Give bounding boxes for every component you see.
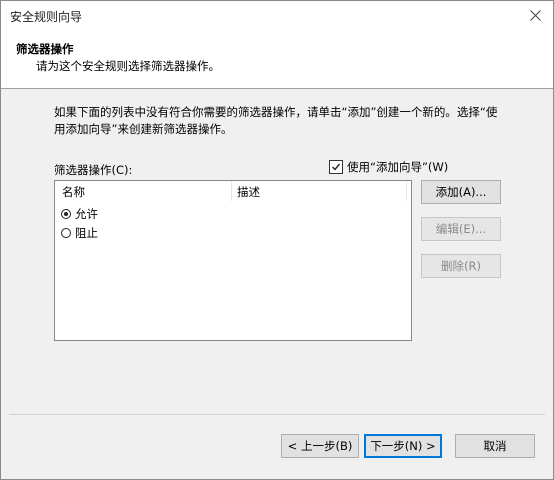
window-title: 安全规则向导 — [10, 10, 83, 24]
add-button[interactable]: 添加(A)... — [421, 180, 501, 204]
checkbox-box[interactable] — [329, 160, 343, 174]
list-item-allow[interactable]: 允许 — [61, 206, 98, 222]
filter-actions-label: 筛选器操作(C): — [54, 163, 133, 177]
list-item-name: 阻止 — [75, 226, 98, 240]
edit-button[interactable]: 编辑(E)... — [421, 217, 501, 241]
wizard-window: 安全规则向导 筛选器操作 请为这个安全规则选择筛选器操作。 如果下面的列表中没有… — [0, 0, 554, 480]
page-title: 筛选器操作 — [16, 42, 74, 56]
cancel-button[interactable]: 取消 — [455, 434, 535, 458]
list-item-block[interactable]: 阻止 — [61, 225, 98, 241]
list-item-name: 允许 — [75, 207, 98, 221]
wizard-header: 筛选器操作 请为这个安全规则选择筛选器操作。 — [1, 31, 553, 89]
title-bar: 安全规则向导 — [1, 1, 553, 31]
instructions-text: 如果下面的列表中没有符合你需要的筛选器操作，请单击“添加”创建一个新的。选择“使… — [54, 105, 498, 136]
use-wizard-label: 使用“添加向导”(W) — [347, 160, 449, 174]
filter-actions-list[interactable]: 名称 描述 允许 阻止 — [54, 180, 412, 341]
radio-selected-icon[interactable] — [61, 209, 71, 219]
back-button[interactable]: < 上一步(B) — [281, 434, 359, 458]
next-button[interactable]: 下一步(N) > — [364, 434, 442, 458]
list-column-header: 名称 描述 — [55, 181, 411, 201]
column-divider[interactable] — [406, 181, 407, 201]
close-button[interactable] — [523, 4, 547, 26]
use-wizard-checkbox[interactable]: 使用“添加向导”(W) — [329, 159, 448, 175]
radio-unselected-icon[interactable] — [61, 228, 71, 238]
column-divider[interactable] — [231, 181, 232, 201]
close-icon — [529, 9, 541, 21]
delete-button[interactable]: 删除(R) — [421, 254, 501, 278]
column-description-header[interactable]: 描述 — [237, 184, 260, 200]
column-name-header[interactable]: 名称 — [62, 184, 85, 200]
page-subtitle: 请为这个安全规则选择筛选器操作。 — [36, 59, 220, 73]
footer-divider — [9, 414, 545, 415]
checkmark-icon — [332, 163, 341, 171]
